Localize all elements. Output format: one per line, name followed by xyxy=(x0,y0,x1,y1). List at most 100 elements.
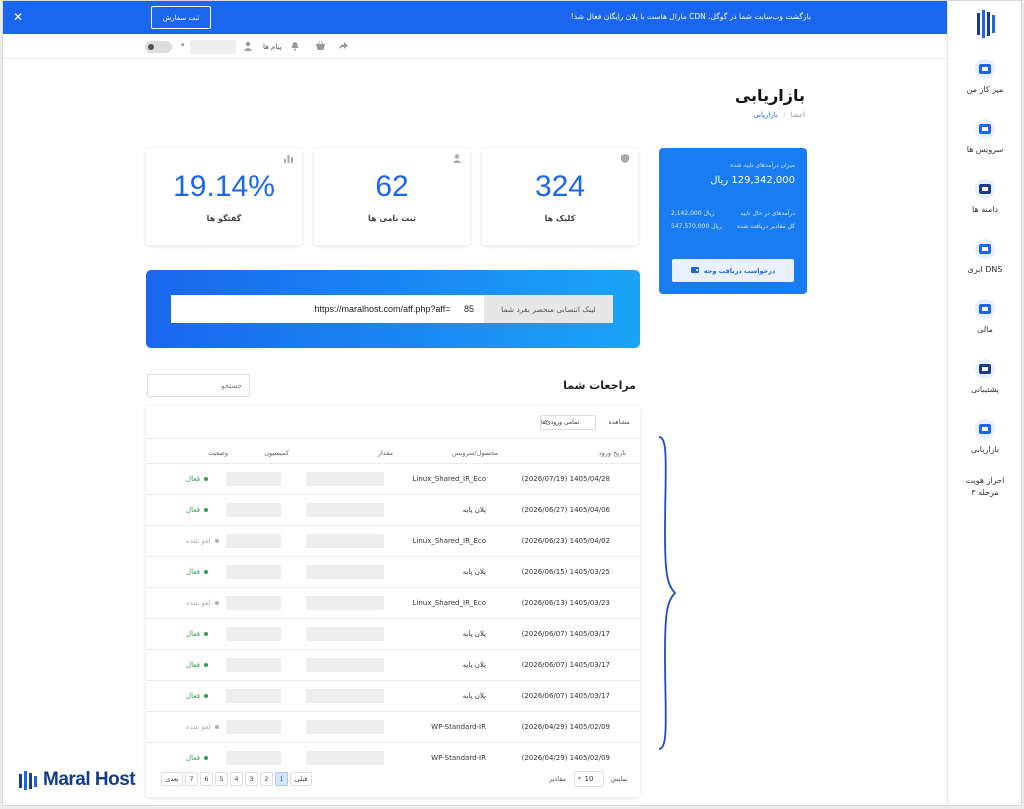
status-badge: فعال xyxy=(186,475,208,483)
row-date: (2026/07/19) 1405/04/28 xyxy=(521,475,610,483)
breadcrumb: اعضا / بازاریابی xyxy=(753,111,805,119)
maralhost-logo: Maral Host xyxy=(18,767,136,793)
app-window: ✕ ثبت سفارش بازگشت وب‌سایت شما در گوگل، … xyxy=(2,0,1022,806)
clicks-label: کلیک ها xyxy=(544,214,576,223)
row-commission-redacted xyxy=(226,751,281,765)
row-commission-redacted xyxy=(226,627,281,641)
withdraw-request-button[interactable]: درخواست دریافت وجه xyxy=(672,259,794,282)
affiliate-link-label: لینک انتصابی منحصر بفرد شما xyxy=(484,295,613,323)
row-date: (2026/04/29) 1405/02/09 xyxy=(521,723,610,731)
filter-label: مشاهده xyxy=(608,418,630,426)
col-product[interactable]: محصول/سرویس xyxy=(452,449,498,457)
status-badge: فعال xyxy=(186,754,208,762)
page-next[interactable]: بعدی xyxy=(161,772,183,786)
sidebar-item-3[interactable]: DNS ابری xyxy=(948,237,1021,274)
support-icon xyxy=(975,359,995,379)
page-7[interactable]: 7 xyxy=(185,772,198,786)
page-size-select[interactable]: ▾ 10 xyxy=(574,771,604,787)
row-product: پلان پایه xyxy=(462,506,486,514)
sidebar-item-label: DNS ابری xyxy=(967,265,1003,274)
withdrawn-row: کل مقادیر دریافت شده 547,570,000 ریال xyxy=(671,223,795,230)
username[interactable] xyxy=(190,40,236,54)
pending-label: درآمدهای در حال تایید xyxy=(740,210,795,217)
pending-row: درآمدهای در حال تایید 2,142,000 ریال xyxy=(671,210,795,217)
row-amount-redacted xyxy=(306,503,384,517)
sidebar-item-label: پشتیبانی xyxy=(971,385,999,394)
breadcrumb-marketing[interactable]: بازاریابی xyxy=(753,111,778,119)
order-button[interactable]: ثبت سفارش xyxy=(151,6,211,29)
status-text: لغو شده xyxy=(186,599,211,607)
brace-annotation xyxy=(658,436,677,750)
dashboard-icon xyxy=(975,59,995,79)
col-status[interactable]: وضعیت xyxy=(208,449,228,457)
user-icon[interactable] xyxy=(243,41,253,54)
balance-amount: 129,342,000 ریال xyxy=(710,175,795,186)
row-product: WP-Standard-IR xyxy=(431,723,486,731)
close-icon[interactable]: ✕ xyxy=(13,10,23,24)
row-date: (2026/06/15) 1405/03/25 xyxy=(521,568,610,576)
share-icon[interactable] xyxy=(338,41,349,54)
row-commission-redacted xyxy=(226,720,281,734)
table-row: (2026/06/15) 1405/03/25 پلان پایه فعال xyxy=(146,556,640,587)
sidebar-item-0[interactable]: میز کار من xyxy=(948,57,1021,94)
logo-mark-icon xyxy=(19,771,37,790)
signups-card: 62 ثبت نامی ها xyxy=(314,148,470,245)
bell-icon[interactable] xyxy=(290,41,300,54)
status-dot-icon xyxy=(203,508,208,512)
verify-label: احراز هویت xyxy=(965,476,1005,485)
sidebar-item-2[interactable]: دامنه ها xyxy=(948,177,1021,214)
col-date[interactable]: تاریخ ورود xyxy=(599,449,626,457)
show-label: نمایش xyxy=(610,775,628,783)
row-amount-redacted xyxy=(306,658,384,672)
affiliate-link-field[interactable]: https://maralhost.com/aff.php?aff= 85 xyxy=(171,295,484,323)
chevron-down-icon[interactable]: ▾ xyxy=(181,41,185,49)
row-amount-redacted xyxy=(306,472,384,486)
page-4[interactable]: 4 xyxy=(230,772,243,786)
row-product: پلان پایه xyxy=(462,661,486,669)
top-toolbar: ▾ پیام ها xyxy=(3,34,947,59)
page-6[interactable]: 6 xyxy=(200,772,213,786)
withdraw-button-label: درخواست دریافت وجه xyxy=(703,266,776,275)
basket-icon[interactable] xyxy=(315,41,326,54)
filter-select[interactable]: ▾ تمامی ورودی‌ها xyxy=(540,415,596,430)
pagination: بعدی 7 6 5 4 3 2 1 قبلی xyxy=(161,772,312,786)
status-badge: فعال xyxy=(186,661,208,669)
finance-icon xyxy=(975,299,995,319)
row-amount-redacted xyxy=(306,565,384,579)
page-3[interactable]: 3 xyxy=(245,772,258,786)
page-2[interactable]: 2 xyxy=(260,772,273,786)
referrals-table: مشاهده ▾ تمامی ورودی‌ها تاریخ ورود محصول… xyxy=(146,406,640,797)
row-date: (2026/04/29) 1405/02/09 xyxy=(521,754,610,762)
clicks-value: 324 xyxy=(534,170,586,203)
page-1[interactable]: 1 xyxy=(275,772,288,786)
sidebar-item-5[interactable]: پشتیبانی xyxy=(948,357,1021,394)
row-commission-redacted xyxy=(226,503,281,517)
sidebar-item-1[interactable]: سرویس ها xyxy=(948,117,1021,154)
sidebar-item-4[interactable]: مالی xyxy=(948,297,1021,334)
theme-toggle[interactable] xyxy=(145,41,172,53)
col-commission[interactable]: کمیسیون xyxy=(264,449,289,457)
sidebar: میز کار من سرویس ها دامنه ها DNS ابری مالی پش… xyxy=(947,1,1021,805)
status-dot-icon xyxy=(214,725,219,729)
sidebar-item-label: دامنه ها xyxy=(972,205,998,214)
wallet-icon xyxy=(690,266,699,275)
banner-text: بازگشت وب‌سایت شما در گوگل، CDN مارال ها… xyxy=(570,12,811,21)
identity-verification[interactable]: احراز هویت مرحله ۳ xyxy=(948,475,1021,499)
row-amount-redacted xyxy=(306,627,384,641)
page-5[interactable]: 5 xyxy=(215,772,228,786)
col-amount[interactable]: مقدار xyxy=(378,449,393,457)
search-input[interactable]: جستجو xyxy=(147,374,250,397)
clicks-card: 324 کلیک ها xyxy=(482,148,638,245)
status-badge: لغو شده xyxy=(186,723,219,731)
page-prev[interactable]: قبلی xyxy=(290,772,312,786)
sidebar-item-6[interactable]: بازاریابی xyxy=(948,417,1021,454)
row-amount-redacted xyxy=(306,534,384,548)
conversion-label: گفتگو ها xyxy=(206,214,242,223)
messages-label[interactable]: پیام ها xyxy=(263,43,282,51)
breadcrumb-members[interactable]: اعضا xyxy=(791,111,805,119)
status-text: فعال xyxy=(186,754,200,762)
brand-logo-icon[interactable] xyxy=(974,9,996,39)
row-commission-redacted xyxy=(226,565,281,579)
affiliate-link-panel: https://maralhost.com/aff.php?aff= 85 لی… xyxy=(146,270,640,348)
status-dot-icon xyxy=(203,694,208,698)
